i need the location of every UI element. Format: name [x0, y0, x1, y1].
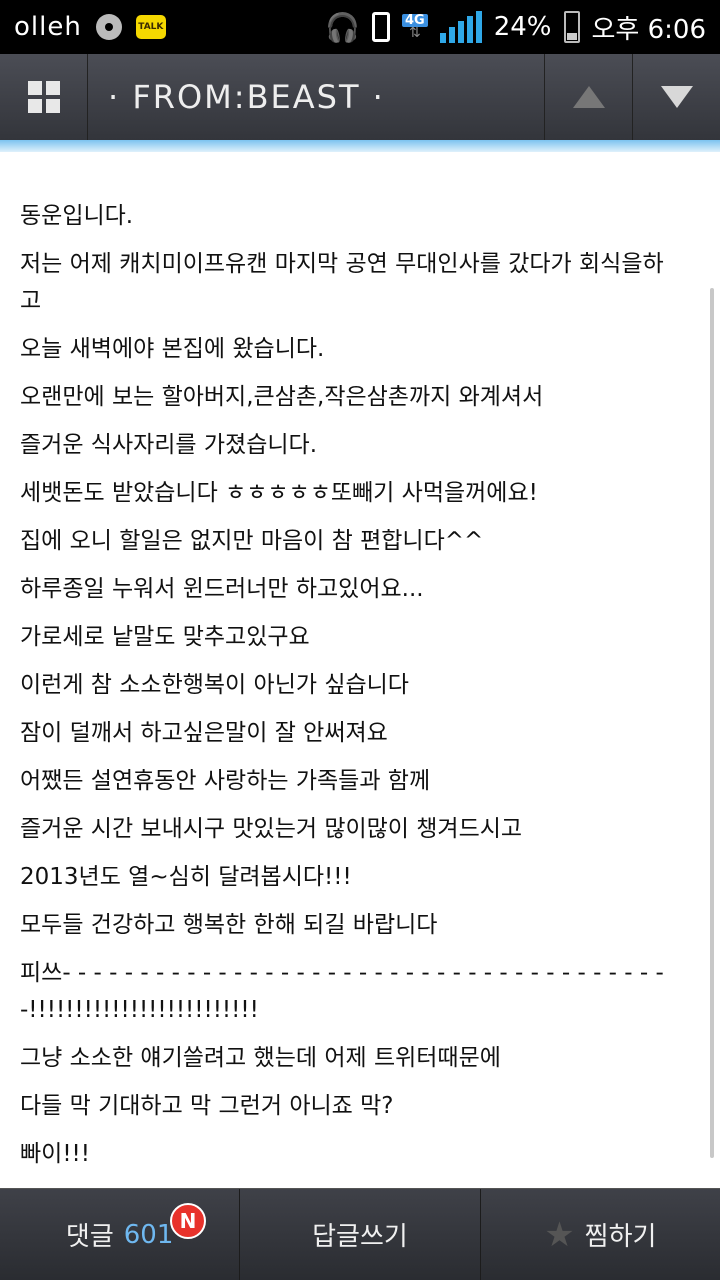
battery-percent: 24% — [493, 12, 552, 42]
comments-count: 601 — [123, 1219, 174, 1250]
new-badge: N — [170, 1203, 206, 1239]
post-line: 즐거운 시간 보내시구 맛있는거 많이많이 챙겨드시고 — [20, 816, 523, 842]
post-line: 오늘 새벽에야 본집에 왔습니다. — [20, 336, 325, 362]
header-divider — [0, 140, 720, 152]
post-line: 오랜만에 보는 할아버지,큰삼촌,작은삼촌까지 와계셔서 — [20, 384, 544, 410]
data-arrows-icon: ⇅ — [408, 25, 421, 41]
post-line: 동운입니다. — [20, 203, 134, 229]
star-icon: ★ — [544, 1214, 575, 1255]
post-line: 세뱃돈도 받았습니다 ㅎㅎㅎㅎㅎ또빼기 사먹을꺼에요! — [20, 480, 538, 506]
reply-label: 답글쓰기 — [312, 1222, 408, 1252]
vibrate-icon — [371, 12, 390, 42]
menu-grid-button[interactable] — [0, 54, 88, 140]
post-line: 빠이!!! — [20, 1141, 90, 1167]
comments-label: 댓글 — [65, 1222, 114, 1252]
scrollbar[interactable] — [710, 288, 714, 1158]
post-line: 모두들 건강하고 행복한 한해 되길 바랍니다 — [20, 912, 438, 938]
post-line: 집에 오니 할일은 없지만 마음이 참 편합니다^^ — [20, 528, 484, 554]
reply-button[interactable]: 답글쓰기 — [240, 1189, 481, 1280]
grid-icon — [27, 81, 60, 113]
battery-icon — [563, 11, 580, 43]
page-title: · FROM:BEAST · — [108, 78, 385, 116]
previous-post-button[interactable] — [544, 54, 632, 140]
post-line: 다들 막 기대하고 막 그런거 아니죠 막? — [20, 1093, 394, 1119]
post-line: 어쨌든 설연휴동안 사랑하는 가족들과 함께 — [20, 768, 431, 794]
post-body: 동운입니다. 저는 어제 캐치미이프유캔 마지막 공연 무대인사를 갔다가 회식을… — [0, 152, 700, 1173]
comments-button[interactable]: 댓글 601 N — [0, 1189, 241, 1280]
headset-icon: 🎧 — [325, 10, 360, 44]
next-post-button[interactable] — [632, 54, 720, 140]
title-bar: · FROM:BEAST · — [0, 54, 720, 140]
favorite-button[interactable]: ★ 찜하기 — [481, 1189, 720, 1280]
network-badge: 4G ⇅ — [401, 14, 428, 41]
post-line: 즐거운 식사자리를 가졌습니다. — [20, 432, 318, 458]
arrow-up-icon — [572, 86, 605, 108]
post-line: 피쓰- - - - - - - - - - - - - - - - - - - … — [20, 960, 664, 1023]
carrier-name: olleh — [14, 12, 82, 42]
post-line: 저는 어제 캐치미이프유캔 마지막 공연 무대인사를 갔다가 회식을하고 — [20, 251, 664, 314]
bottom-bar: 댓글 601 N 답글쓰기 ★ 찜하기 — [0, 1188, 720, 1280]
favorite-label: 찜하기 — [584, 1222, 657, 1252]
kakaotalk-icon: TALK — [135, 15, 166, 39]
post-line: 이런게 참 소소한행복이 아닌가 싶습니다 — [20, 672, 409, 698]
clock: 오후 6:06 — [591, 14, 707, 45]
arrow-down-icon — [660, 86, 693, 108]
post-line: 2013년도 열~심히 달려봅시다!!! — [20, 864, 352, 890]
post-line: 잠이 덜깨서 하고싶은말이 잘 안써져요 — [20, 720, 388, 746]
status-bar: olleh TALK 🎧 4G ⇅ 24% 오후 6:06 — [0, 0, 720, 54]
post-line: 하루종일 누워서 윈드러너만 하고있어요... — [20, 576, 424, 602]
signal-strength-icon — [439, 11, 482, 43]
post-content[interactable]: 동운입니다. 저는 어제 캐치미이프유캔 마지막 공연 무대인사를 갔다가 회식을… — [0, 152, 720, 1188]
post-line: 가로세로 낱말도 맞추고있구요 — [20, 624, 310, 650]
music-player-icon — [95, 14, 122, 40]
post-line: 그냥 소소한 얘기쓸려고 했는데 어제 트위터때문에 — [20, 1045, 501, 1071]
